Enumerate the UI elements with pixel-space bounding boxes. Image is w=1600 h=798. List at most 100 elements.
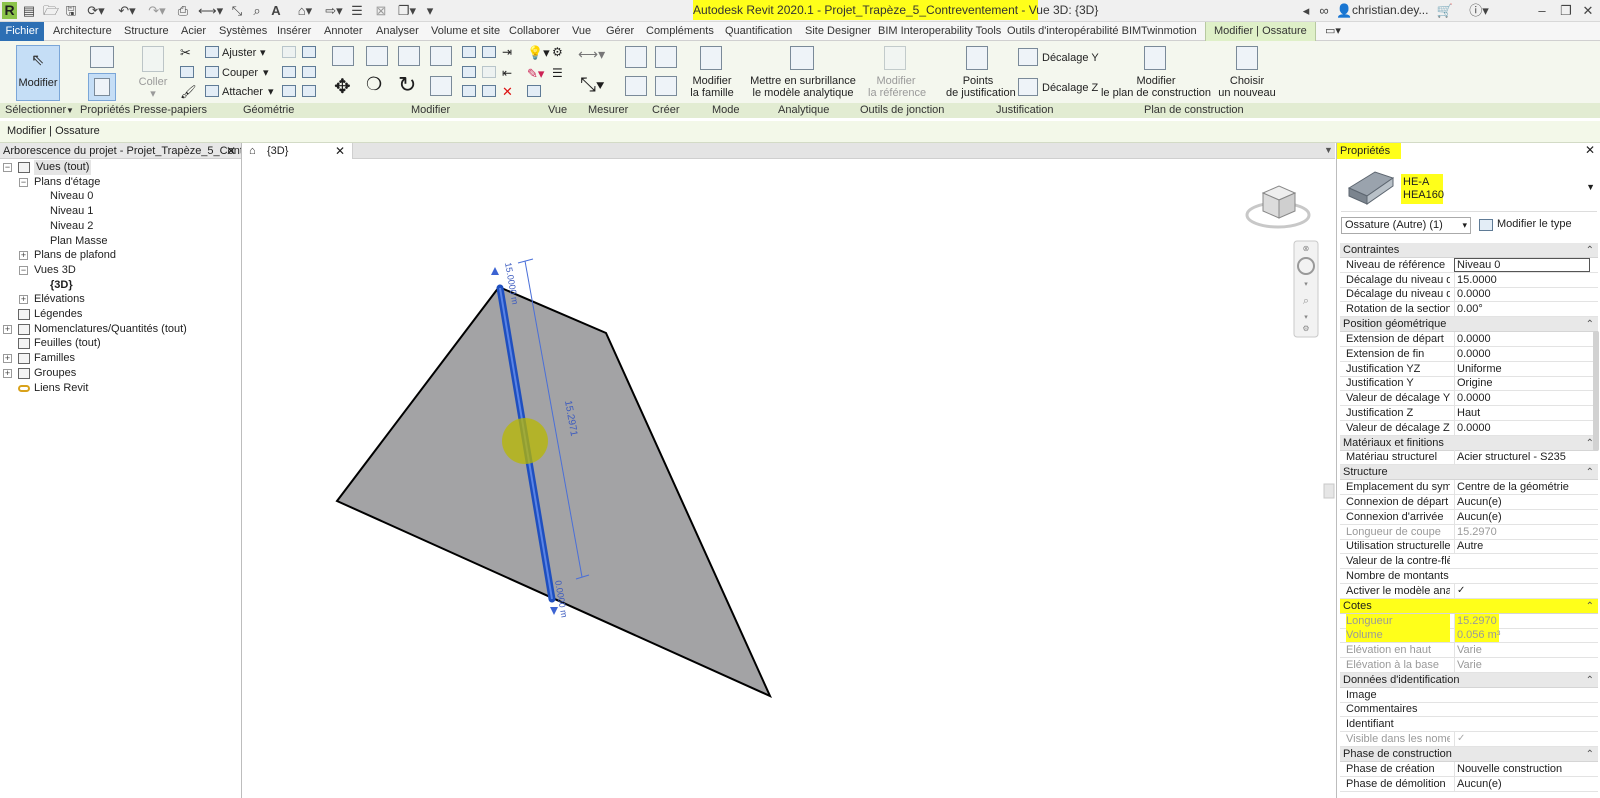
property-row[interactable]: Niveau de référence Niveau 0 [1340,257,1598,273]
z-offset-icon[interactable] [1018,78,1038,96]
offset-icon[interactable] [366,46,388,66]
tree-expander-icon[interactable]: + [3,368,12,378]
property-value[interactable]: 15.2970 [1454,613,1590,628]
collapse-section-icon[interactable]: ⌃ [1586,747,1594,762]
ribbon-options-icon[interactable]: ▭▾ [1322,22,1344,41]
collapse-section-icon[interactable]: ⌃ [1586,243,1594,258]
tree-item[interactable]: Feuilles (tout) [34,336,101,351]
minimize-icon[interactable]: – [1534,2,1550,19]
user-icon[interactable]: 👤 [1336,2,1352,19]
mirror-pick-icon[interactable] [398,46,420,66]
cut-icon[interactable]: ✂ [180,45,191,61]
tree-item[interactable]: Familles [34,351,75,366]
tab-structure[interactable]: Structure [124,22,169,41]
properties-scrollbar[interactable] [1593,331,1599,451]
close-icon[interactable]: ✕ [1580,2,1596,19]
search-back-icon[interactable]: ◂ [1300,2,1312,19]
ajuster-icon[interactable] [205,46,219,58]
ajuster-dropdown-icon[interactable]: ▾ [260,47,266,59]
property-value[interactable]: 0.0000 [1454,420,1590,435]
tree-expander-icon[interactable]: + [3,354,12,364]
y-offset-icon[interactable] [1018,48,1038,66]
aligned-dimension-icon[interactable]: ⤡▾ [580,74,604,97]
copy-element-icon[interactable]: ❍ [366,74,382,95]
tree-item[interactable]: Liens Revit [34,381,88,396]
property-value[interactable]: Varie [1454,657,1590,672]
property-value[interactable]: 0.0000 [1454,331,1590,346]
wall-join-icon[interactable] [302,66,316,78]
tree-expander-icon[interactable]: − [19,265,28,275]
property-value[interactable]: 0.00° [1454,302,1590,317]
split-icon[interactable] [462,46,476,58]
paste-icon[interactable] [142,46,164,72]
decalage-z-button[interactable]: Décalage Z [1042,82,1098,94]
unpin-icon[interactable] [482,85,496,97]
pin-icon[interactable] [462,85,476,97]
pick-new-host-icon[interactable] [1236,46,1258,70]
property-row[interactable]: Décalage du niveau d'... 0.0000 [1340,287,1598,303]
save-icon[interactable]: 🖫 [62,2,80,19]
justification-points-icon[interactable] [966,46,988,70]
open-icon[interactable]: 🗁 [42,2,60,19]
tab-quantification[interactable]: Quantification [725,22,792,41]
thin-lines-icon[interactable]: ☰ [348,2,366,19]
property-row[interactable]: Justification YZ Uniforme [1340,361,1598,377]
property-value[interactable]: Varie [1454,643,1590,658]
tree-item[interactable]: Groupes [34,366,76,381]
tree-item[interactable]: {3D} [50,278,73,293]
property-row[interactable]: Justification Y Origine [1340,376,1598,392]
property-row[interactable]: Valeur de la contre-flè... [1340,554,1598,570]
view-tab-3d[interactable]: ⌂ {3D} ✕ [243,143,353,159]
property-value[interactable]: Nouvelle construction [1454,761,1590,776]
property-section-header[interactable]: Matériaux et finitions ⌃ [1340,435,1598,451]
type-selector-dropdown-icon[interactable]: ▼ [1586,182,1595,192]
section-icon[interactable]: ⇨▾ [322,2,346,19]
tree-item[interactable]: Vues 3D [34,263,76,278]
edit-work-plane-icon[interactable] [1144,46,1166,70]
tree-expander-icon[interactable]: − [19,177,28,187]
property-row[interactable]: Commentaires [1340,702,1598,718]
delete-icon[interactable]: ✕ [502,84,513,100]
property-value[interactable]: Aucun(e) [1454,776,1590,791]
copy-icon[interactable] [180,66,194,78]
instance-filter-dropdown[interactable]: Ossature (Autre) (1) ▾ [1341,217,1471,234]
align-icon[interactable] [332,46,354,66]
view-tabs-dropdown-icon[interactable]: ▼ [1324,145,1333,155]
tab-complements[interactable]: Compléments [646,22,714,41]
array-icon[interactable] [462,66,476,78]
property-value[interactable]: 0.0000 [1454,287,1590,302]
tag-icon[interactable]: ⌕ [248,2,266,19]
binoculars-icon[interactable]: ∞ [1316,2,1332,19]
property-value[interactable]: 0.0000 [1454,391,1590,406]
property-checkbox[interactable]: ✓ [1454,732,1590,747]
tree-item[interactable]: Légendes [34,307,82,322]
property-section-header[interactable]: Structure ⌃ [1340,465,1598,481]
property-section-header[interactable]: Données d'identification ⌃ [1340,672,1598,688]
match-properties-icon[interactable]: 🖌 [180,84,197,100]
create-parts-icon[interactable] [655,46,677,68]
create-similar-icon[interactable] [625,46,647,68]
maximize-icon[interactable]: ❐ [1558,2,1574,19]
tree-item[interactable]: Plans de plafond [34,248,116,263]
property-row[interactable]: Rotation de la section 0.00° [1340,302,1598,318]
3d-view-icon[interactable]: ⌂▾ [292,2,318,19]
tab-twinmotion[interactable]: Twinmotion [1141,22,1197,41]
zoom-icon[interactable]: ⌕ [1303,295,1309,307]
property-section-header[interactable]: Position géométrique ⌃ [1340,317,1598,333]
property-row[interactable]: Connexion d'arrivée Aucun(e) [1340,509,1598,525]
tab-vue[interactable]: Vue [572,22,591,41]
tree-item[interactable]: Niveau 2 [50,219,93,234]
tree-item[interactable]: Plan Masse [50,234,107,249]
tab-fichier[interactable]: Fichier [0,22,44,41]
steering-dropdown-icon[interactable]: ▾ [1304,281,1308,288]
collapse-section-icon[interactable]: ⌃ [1586,673,1594,688]
property-value[interactable]: Autre [1454,539,1590,554]
property-value[interactable]: Centre de la géométrie [1454,480,1590,495]
property-row[interactable]: Phase de création Nouvelle construction [1340,761,1598,777]
property-row[interactable]: Visible dans les nome... ✓ [1340,732,1598,748]
mirror-draw-icon[interactable] [430,46,452,66]
browser-close-icon[interactable]: ✕ [226,143,236,159]
property-value[interactable]: 0.0000 [1454,346,1590,361]
tab-outils-interoperabilite-bim[interactable]: Outils d'interopérabilité BIM [1007,22,1141,41]
tab-annoter[interactable]: Annoter [324,22,363,41]
